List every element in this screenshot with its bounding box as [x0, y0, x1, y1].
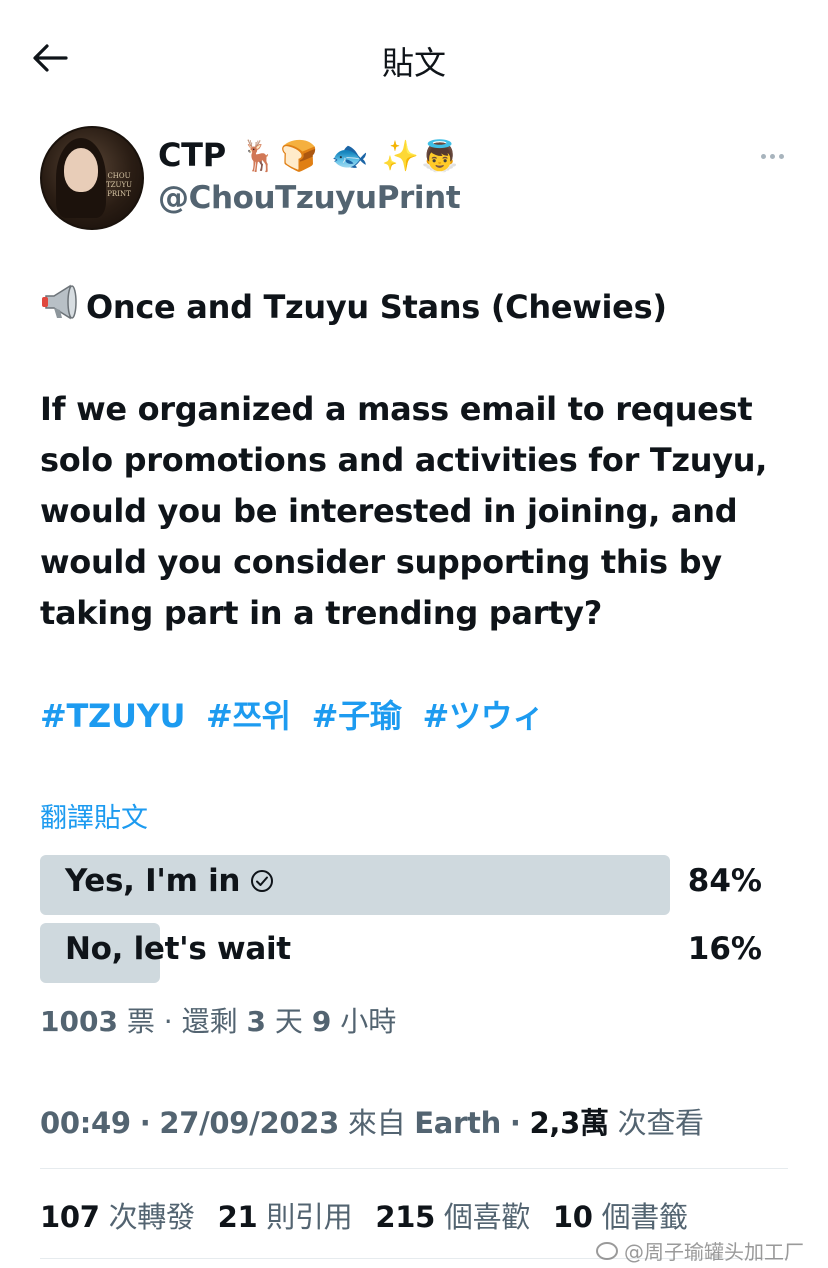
- more-options-button[interactable]: [752, 144, 792, 168]
- tweet-heading-text: Once and Tzuyu Stans (Chewies): [86, 288, 667, 326]
- poll-days: 3: [246, 1005, 266, 1038]
- more-horizontal-icon: [760, 153, 766, 159]
- poll-meta: 1003 票 · 還剩 3 天 9 小時: [40, 1000, 396, 1040]
- more-horizontal-icon-dot: [769, 153, 775, 159]
- tweet-body: If we organized a mass email to request …: [40, 390, 768, 632]
- poll: Yes, I'm in 84% No, let's wait 16%: [40, 855, 790, 991]
- retweets-count: 107: [40, 1200, 100, 1234]
- poll-option-label-text: No, let's wait: [65, 931, 291, 967]
- author-row: CHOU TZUYU PRINT CTP 🦌🍞 🐟 ✨👼 @ChouTzuyuP…: [40, 126, 790, 230]
- bookmarks-stat[interactable]: 10 個書籤: [553, 1200, 688, 1234]
- separator: ·: [163, 1005, 173, 1038]
- poll-votes-count: 1003: [40, 1005, 118, 1038]
- hashtag-link[interactable]: #쯔위: [206, 697, 291, 735]
- separator: ·: [509, 1106, 521, 1140]
- quotes-count: 21: [217, 1200, 258, 1234]
- source-prefix: 來自: [347, 1106, 406, 1140]
- bookmarks-label: 個書籤: [601, 1200, 688, 1234]
- retweets-label: 次轉發: [108, 1200, 195, 1234]
- tweet-date[interactable]: 27/09/2023: [159, 1106, 339, 1140]
- tweet-timestamp-row: 00:49 · 27/09/2023 來自 Earth · 2,3萬 次查看: [40, 1100, 704, 1142]
- hashtag-link[interactable]: #子瑜: [312, 697, 402, 735]
- display-name-emojis: 🦌🍞 🐟 ✨👼: [240, 139, 461, 174]
- likes-stat[interactable]: 215 個喜歡: [375, 1200, 530, 1234]
- tweet-heading: Once and Tzuyu Stans (Chewies): [40, 282, 800, 333]
- poll-remaining-label: 還剩: [181, 1005, 238, 1038]
- translate-post-link[interactable]: 翻譯貼文: [40, 796, 148, 835]
- poll-option-label: No, let's wait: [65, 931, 291, 967]
- views-label: 次查看: [617, 1106, 704, 1140]
- likes-label: 個喜歡: [443, 1200, 530, 1234]
- watermark-text: @周子瑜罐头加工厂: [624, 1240, 804, 1264]
- poll-option-percent: 16%: [687, 931, 762, 967]
- likes-count: 215: [375, 1200, 435, 1234]
- poll-hours-label: 小時: [340, 1005, 397, 1038]
- hashtag-link[interactable]: #ツウィ: [422, 697, 544, 735]
- quotes-label: 則引用: [266, 1200, 353, 1234]
- tweet-source: Earth: [414, 1106, 501, 1140]
- tweet-time[interactable]: 00:49: [40, 1106, 131, 1140]
- views-count[interactable]: 2,3萬: [530, 1106, 609, 1140]
- user-handle[interactable]: @ChouTzuyuPrint: [158, 180, 461, 216]
- poll-option-yes[interactable]: Yes, I'm in 84%: [40, 855, 790, 915]
- poll-votes-label: 票: [126, 1005, 155, 1038]
- tweet-text: Once and Tzuyu Stans (Chewies) If we org…: [40, 282, 800, 737]
- quotes-stat[interactable]: 21 則引用: [218, 1200, 353, 1234]
- megaphone-icon: [42, 284, 77, 320]
- hashtag-link[interactable]: #TZUYU: [40, 697, 185, 735]
- poll-days-label: 天: [274, 1005, 303, 1038]
- poll-option-no[interactable]: No, let's wait 16%: [40, 923, 790, 983]
- avatar-face: [64, 148, 98, 192]
- weibo-icon: [596, 1241, 618, 1260]
- avatar-logo-text: CHOU TZUYU PRINT: [106, 172, 132, 198]
- poll-hours: 9: [311, 1005, 332, 1038]
- avatar[interactable]: CHOU TZUYU PRINT: [40, 126, 144, 230]
- watermark: @周子瑜罐头加工厂: [596, 1236, 804, 1265]
- bookmarks-count: 10: [552, 1200, 593, 1234]
- retweets-stat[interactable]: 107 次轉發: [40, 1200, 195, 1234]
- divider: [40, 1168, 788, 1169]
- top-bar: 貼文: [0, 0, 828, 116]
- poll-option-label: Yes, I'm in: [65, 863, 274, 899]
- check-circle-icon: [251, 870, 274, 892]
- page-title: 貼文: [381, 44, 446, 82]
- poll-option-percent: 84%: [687, 863, 762, 899]
- display-name[interactable]: CTP 🦌🍞 🐟 ✨👼: [158, 136, 461, 174]
- engagement-stats: 107 次轉發 21 則引用 215 個喜歡 10 個書籤: [40, 1194, 702, 1236]
- display-name-text: CTP: [158, 136, 226, 174]
- separator: ·: [139, 1106, 151, 1140]
- more-horizontal-icon-dot: [778, 153, 784, 159]
- hashtags: #TZUYU #쯔위 #子瑜 #ツウィ: [40, 691, 800, 737]
- poll-option-label-text: Yes, I'm in: [65, 863, 241, 899]
